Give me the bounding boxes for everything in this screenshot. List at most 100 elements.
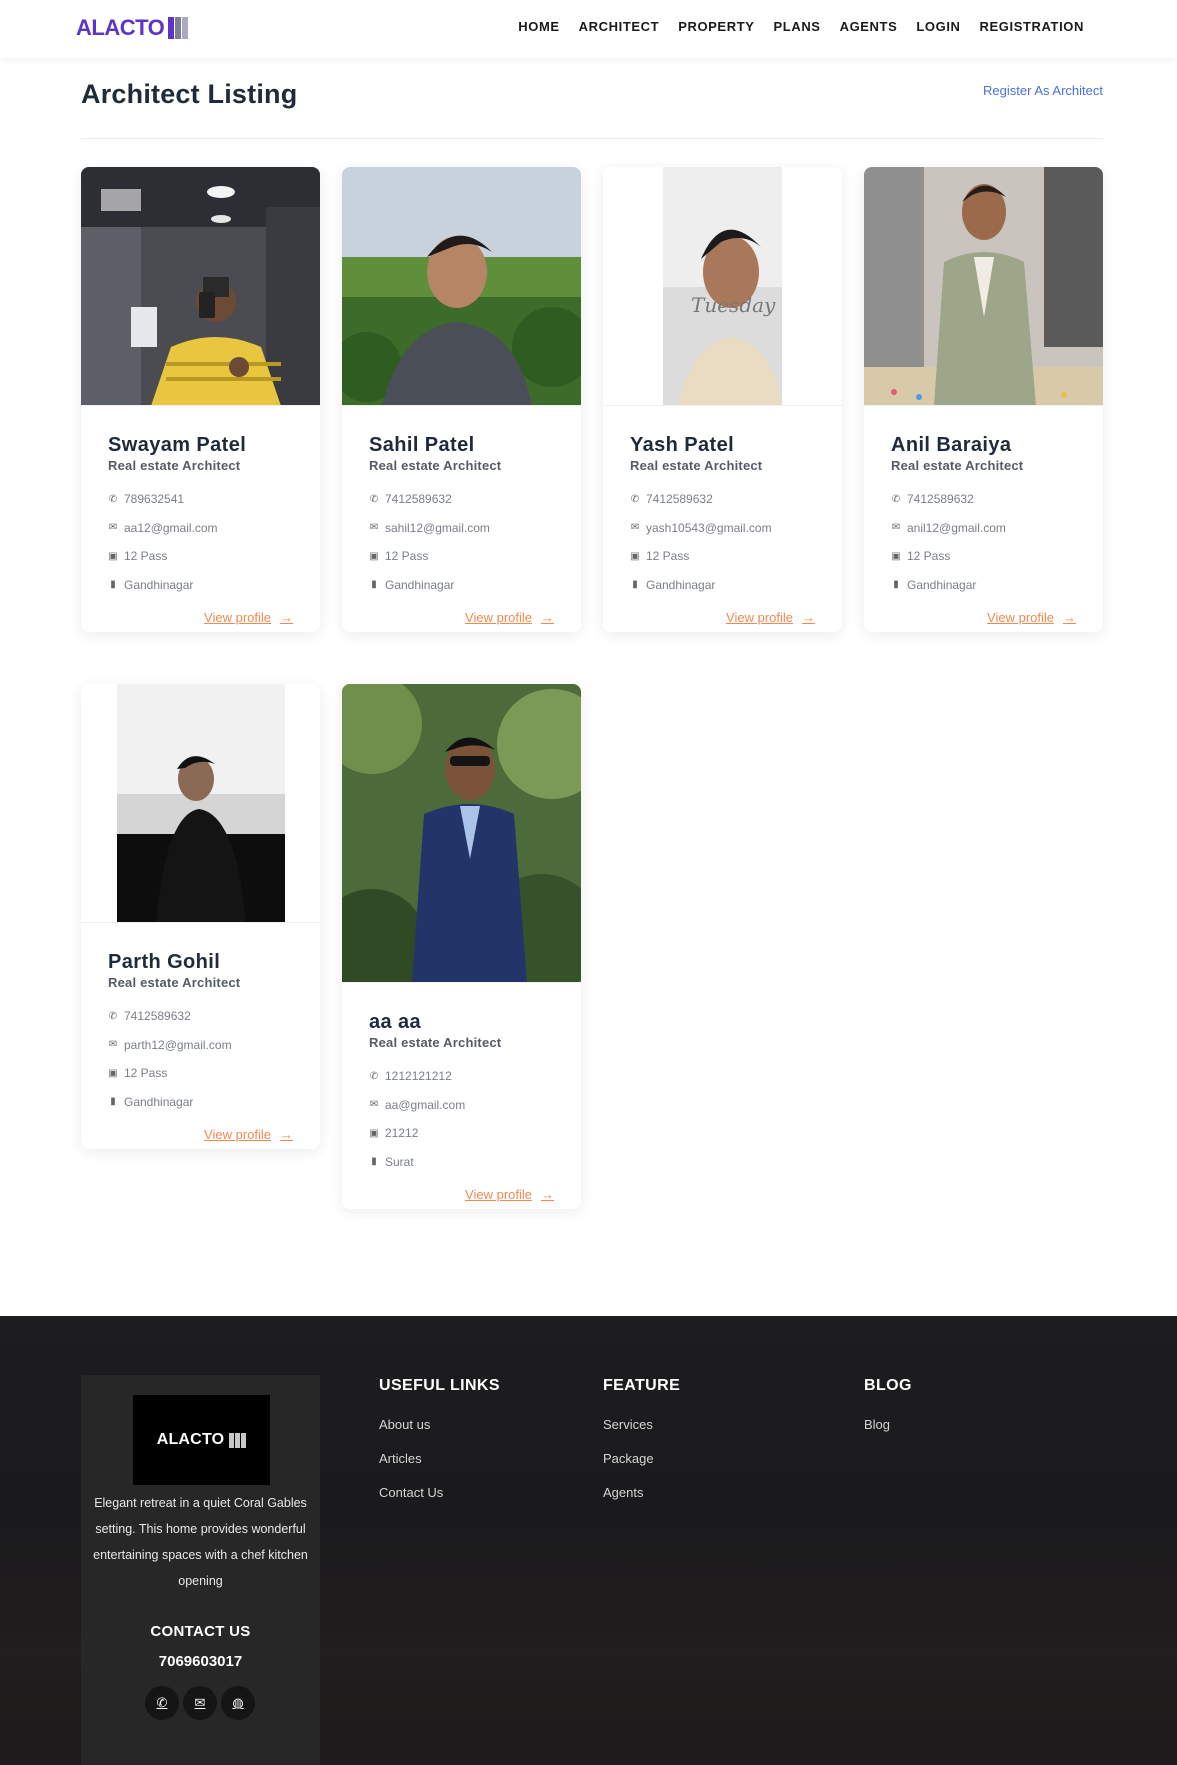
architect-email: ✉ aa12@gmail.com <box>108 514 293 543</box>
view-profile-link[interactable]: View profile → <box>891 602 1076 632</box>
nav-login[interactable]: LOGIN <box>916 19 960 34</box>
architect-photo <box>864 167 1103 406</box>
phone-icon: ✆ <box>369 1070 379 1082</box>
svg-text:Tuesday: Tuesday <box>691 293 776 317</box>
view-profile-link[interactable]: View profile → <box>108 1119 293 1149</box>
architect-phone-value: 7412589632 <box>124 1009 191 1024</box>
footer-link-articles[interactable]: Articles <box>379 1449 500 1483</box>
architect-email: ✉ anil12@gmail.com <box>891 514 1076 543</box>
globe-icon[interactable]: ◍ <box>221 1686 255 1720</box>
architect-name: Sahil Patel <box>369 434 475 456</box>
architect-qualification-value: 12 Pass <box>907 549 951 564</box>
footer-link-agents[interactable]: Agents <box>603 1483 680 1517</box>
page-title: Architect Listing <box>81 79 298 109</box>
nav-home[interactable]: HOME <box>518 19 559 34</box>
architect-city: ▮ Gandhinagar <box>108 571 293 600</box>
architect-role: Real estate Architect <box>369 1035 502 1050</box>
architect-role: Real estate Architect <box>891 458 1024 473</box>
phone-icon: ✆ <box>369 493 379 505</box>
phone-icon: ✆ <box>108 1010 118 1022</box>
architect-city-value: Surat <box>385 1154 414 1169</box>
footer-link-package[interactable]: Package <box>603 1449 680 1483</box>
building-icon: ▮ <box>110 1096 116 1108</box>
briefcase-icon: ▣ <box>369 1127 379 1139</box>
footer-link-about-us[interactable]: About us <box>379 1415 500 1449</box>
footer-feature-links: FEATURE Services Package Agents <box>603 1377 680 1517</box>
footer-about-box: ALACTO Elegant retreat in a quiet Coral … <box>81 1375 320 1765</box>
nav-architect[interactable]: ARCHITECT <box>579 19 660 34</box>
architect-qualification: ▣ 12 Pass <box>891 542 1076 571</box>
site-footer: ALACTO Elegant retreat in a quiet Coral … <box>0 1316 1177 1765</box>
nav-agents[interactable]: AGENTS <box>840 19 898 34</box>
main-nav: HOME ARCHITECT PROPERTY PLANS AGENTS LOG… <box>499 19 1084 34</box>
footer-link-blog[interactable]: Blog <box>864 1415 912 1449</box>
brand-logo-bars-icon <box>167 17 189 39</box>
brand-logo[interactable]: ALACTO <box>76 15 189 41</box>
architect-city: ▮ Gandhinagar <box>369 571 554 600</box>
building-icon: ▮ <box>371 579 377 591</box>
nav-plans[interactable]: PLANS <box>774 19 821 34</box>
register-as-architect-link[interactable]: Register As Architect <box>983 83 1103 98</box>
view-profile-link[interactable]: View profile → <box>108 602 293 632</box>
architect-email: ✉ aa@gmail.com <box>369 1091 554 1120</box>
architect-email-value: parth12@gmail.com <box>124 1037 232 1052</box>
view-profile-link[interactable]: View profile → <box>369 602 554 632</box>
arrow-right-icon: → <box>280 609 293 625</box>
architect-name: Anil Baraiya <box>891 434 1012 456</box>
architect-city-value: Gandhinagar <box>124 1094 194 1109</box>
arrow-right-icon: → <box>541 1186 554 1202</box>
architect-qualification-value: 12 Pass <box>124 549 168 564</box>
view-profile-label: View profile <box>465 1186 532 1202</box>
architect-qualification: ▣ 12 Pass <box>108 1059 293 1088</box>
envelope-icon[interactable]: ✉ <box>183 1686 217 1720</box>
architect-phone: ✆ 789632541 <box>108 485 293 514</box>
view-profile-link[interactable]: View profile → <box>630 602 815 632</box>
architect-card: Parth Gohil Real estate Architect ✆ 74125… <box>81 684 320 1149</box>
envelope-icon: ✉ <box>630 522 640 534</box>
architect-role: Real estate Architect <box>108 975 241 990</box>
architect-city-value: Gandhinagar <box>385 577 455 592</box>
view-profile-label: View profile <box>465 609 532 625</box>
architect-name: Yash Patel <box>630 434 735 456</box>
architect-card: Tuesday Yash Patel Real estate Architect… <box>603 167 842 632</box>
footer-link-contact-us[interactable]: Contact Us <box>379 1483 500 1517</box>
architect-photo <box>342 684 581 983</box>
nav-registration[interactable]: REGISTRATION <box>980 19 1084 34</box>
footer-column-title: FEATURE <box>603 1377 681 1394</box>
arrow-right-icon: → <box>1063 609 1076 625</box>
footer-logo[interactable]: ALACTO <box>133 1395 270 1485</box>
architect-email-value: aa@gmail.com <box>385 1097 466 1112</box>
architect-phone-value: 1212121212 <box>385 1069 452 1084</box>
architect-phone: ✆ 7412589632 <box>108 1002 293 1031</box>
architect-qualification: ▣ 12 Pass <box>108 542 293 571</box>
phone-icon[interactable]: ✆ <box>145 1686 179 1720</box>
envelope-icon: ✉ <box>369 1099 379 1111</box>
architect-city-value: Gandhinagar <box>646 577 716 592</box>
building-icon: ▮ <box>632 579 638 591</box>
phone-icon: ✆ <box>891 493 901 505</box>
architect-city: ▮ Gandhinagar <box>891 571 1076 600</box>
architect-city: ▮ Gandhinagar <box>108 1088 293 1117</box>
architect-city-value: Gandhinagar <box>907 577 977 592</box>
arrow-right-icon: → <box>802 609 815 625</box>
architect-role: Real estate Architect <box>108 458 241 473</box>
architect-phone-value: 7412589632 <box>907 492 974 507</box>
nav-property[interactable]: PROPERTY <box>678 19 754 34</box>
architect-email-value: yash10543@gmail.com <box>646 520 772 535</box>
phone-icon: ✆ <box>108 493 118 505</box>
architect-email: ✉ parth12@gmail.com <box>108 1031 293 1060</box>
divider <box>81 138 1103 139</box>
architect-qualification-value: 12 Pass <box>124 1066 168 1081</box>
architect-email-value: anil12@gmail.com <box>907 520 1006 535</box>
architect-city: ▮ Surat <box>369 1148 554 1177</box>
architect-photo: Tuesday <box>603 167 842 406</box>
footer-blog-links: BLOG Blog <box>864 1377 912 1449</box>
architect-photo <box>342 167 581 406</box>
view-profile-link[interactable]: View profile → <box>369 1179 554 1209</box>
architect-city-value: Gandhinagar <box>124 577 194 592</box>
footer-link-services[interactable]: Services <box>603 1415 680 1449</box>
footer-column-title: USEFUL LINKS <box>379 1377 500 1394</box>
architect-phone-value: 7412589632 <box>646 492 713 507</box>
architect-name: Swayam Patel <box>108 434 247 456</box>
architect-card: Anil Baraiya Real estate Architect ✆ 7412… <box>864 167 1103 632</box>
